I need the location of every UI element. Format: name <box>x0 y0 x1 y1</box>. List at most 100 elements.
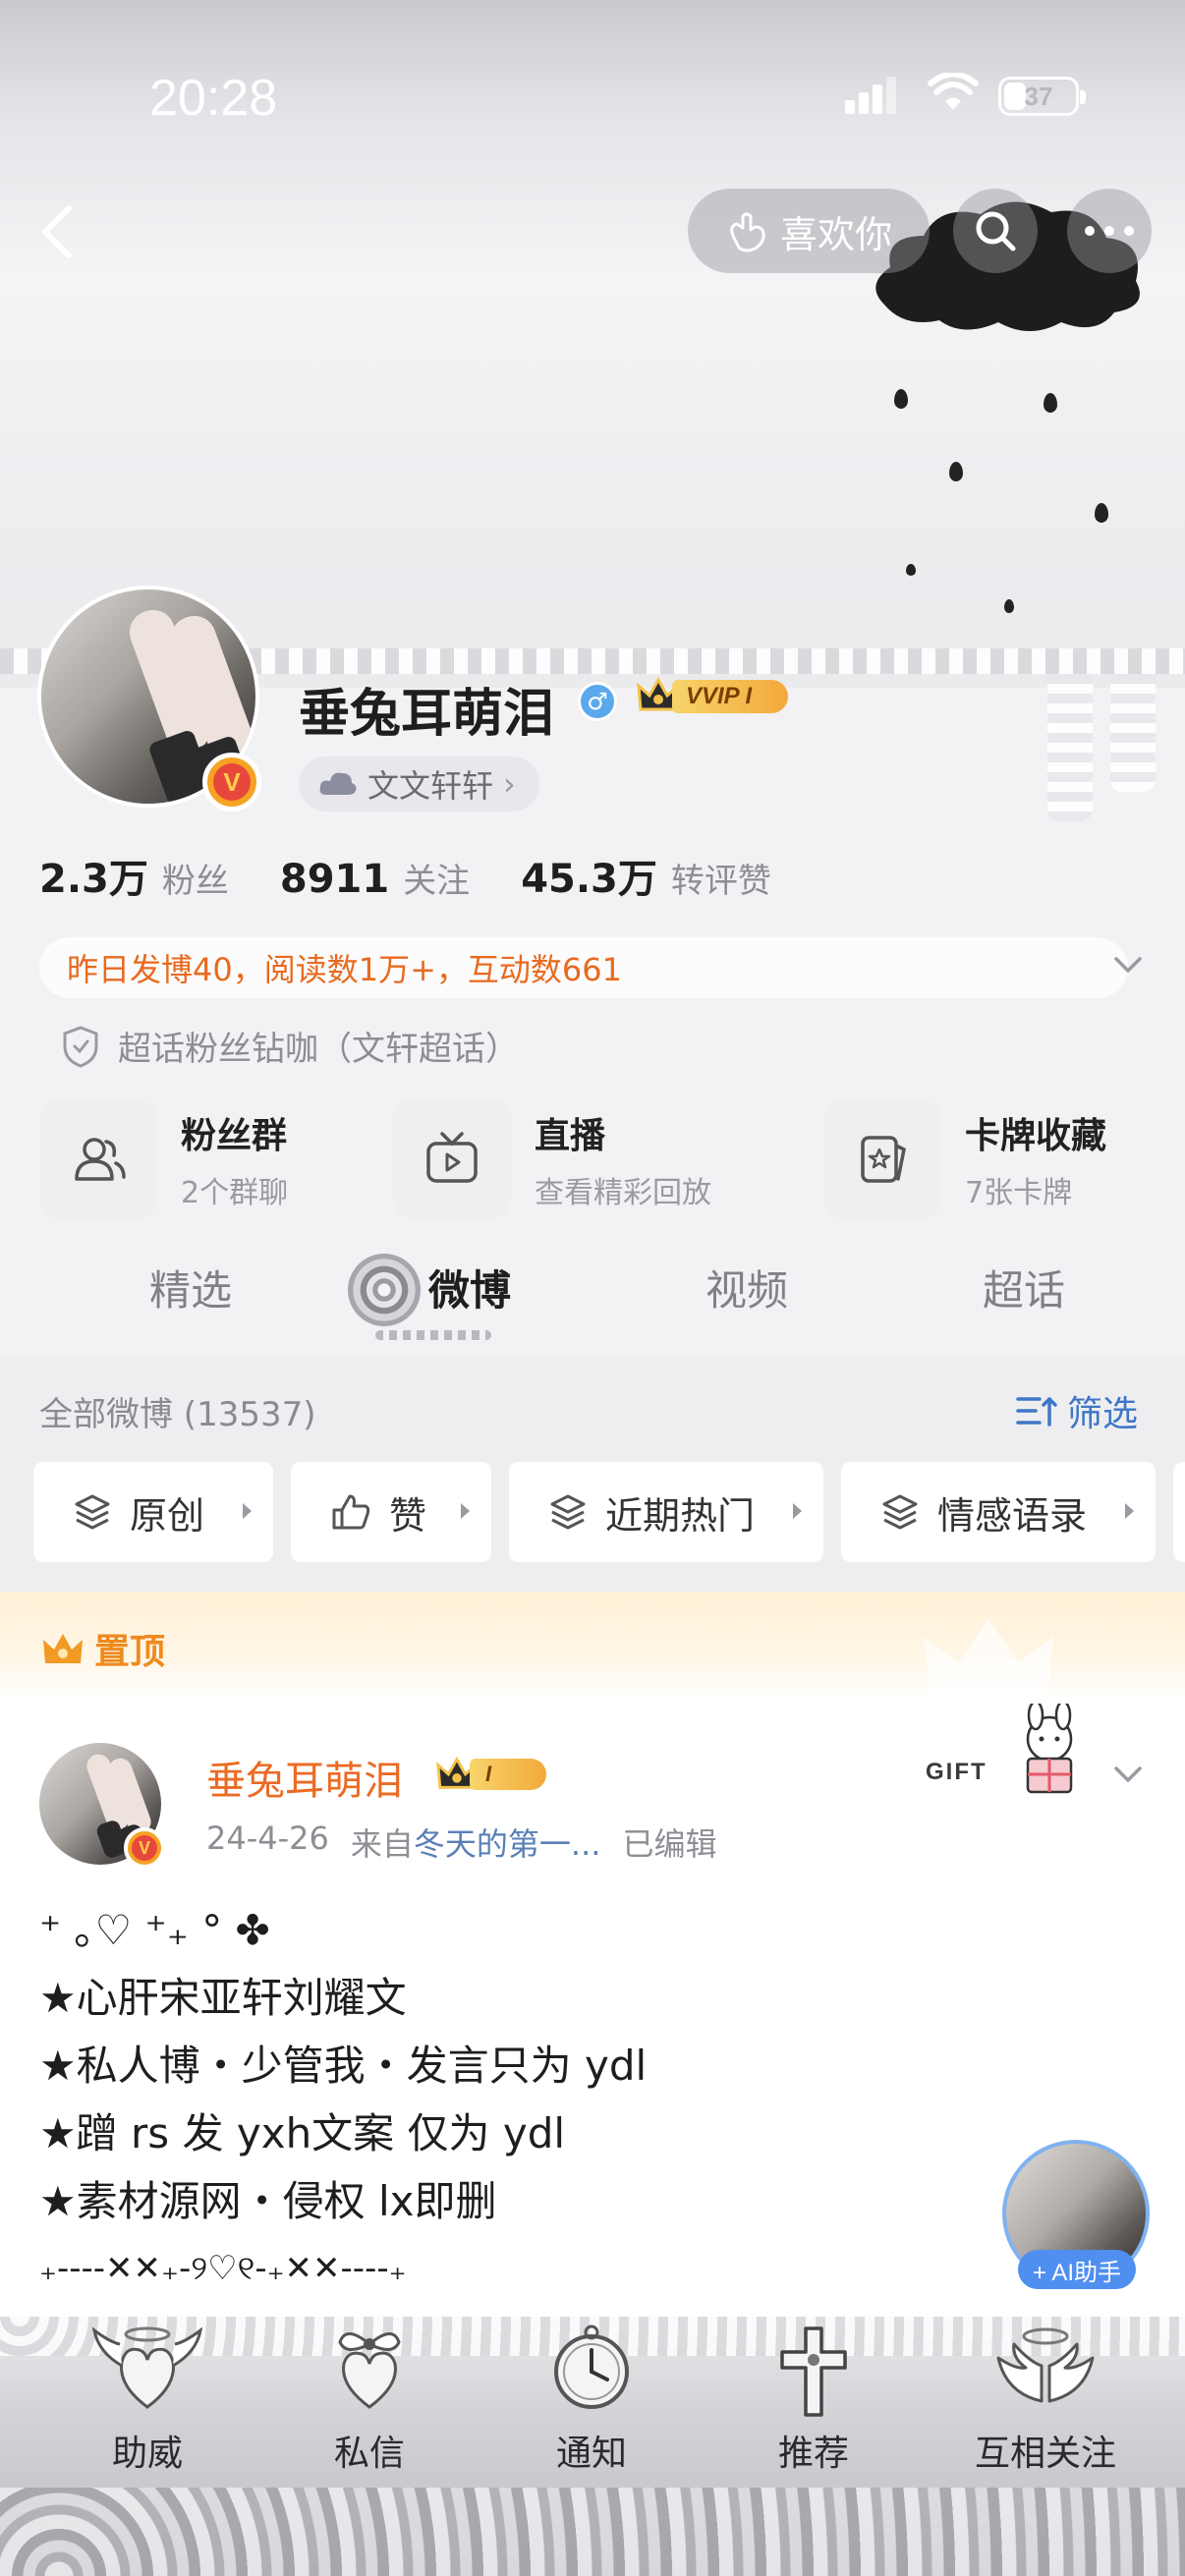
rain-drop <box>1044 393 1057 413</box>
search-icon <box>976 211 1016 252</box>
filter-label: 筛选 <box>1067 1394 1139 1434</box>
feature-card-collection[interactable]: 卡牌收藏 7张卡牌 <box>823 1098 1106 1220</box>
rain-drop <box>894 389 908 409</box>
stat-following[interactable]: 8911 关注 <box>280 854 470 902</box>
supertopic-text: 超话粉丝钻咖（文轩超话） <box>118 1030 519 1069</box>
chevron-right-icon: › <box>503 765 516 803</box>
post-source-prefix: 来自 <box>350 1825 414 1863</box>
chip-overflow[interactable] <box>1173 1462 1185 1562</box>
nav-mutual-follow[interactable]: 互相关注 <box>957 2323 1134 2476</box>
search-button[interactable] <box>953 189 1038 273</box>
post-line: ★蹭 rs 发 yxh文案 仅为 ydl <box>39 2109 566 2157</box>
feature-live[interactable]: 直播 查看精彩回放 <box>393 1098 711 1220</box>
signal-icon <box>845 77 898 114</box>
nav-label: 推荐 <box>777 2434 849 2474</box>
back-icon[interactable] <box>26 193 85 271</box>
winged-heart-icon <box>91 2326 203 2409</box>
feature-subtitle: 查看精彩回放 <box>535 1176 711 1210</box>
feature-fan-group[interactable]: 粉丝群 2个群聊 <box>39 1098 288 1220</box>
stat-value: 8911 <box>279 857 390 902</box>
post-date: 24-4-26 <box>206 1820 329 1857</box>
stat-value: 45.3万 <box>521 857 657 902</box>
verified-badge-icon: V <box>202 753 261 812</box>
post-vip-badge-label: I <box>470 1759 546 1790</box>
rose-decoration-icon <box>348 1254 421 1326</box>
caret-right-icon <box>1125 1503 1134 1519</box>
ai-helper-label[interactable]: + AI助手 <box>1018 2250 1136 2289</box>
chip-label: 近期热门 <box>605 1493 756 1538</box>
crown-icon <box>43 1634 83 1663</box>
more-dots-icon <box>1085 226 1134 236</box>
stat-interactions[interactable]: 45.3万 转评赞 <box>521 847 771 904</box>
layers-icon <box>75 1494 110 1530</box>
chip-original[interactable]: 原创 <box>33 1462 273 1562</box>
post-line: ★心肝宋亚轩刘耀文 <box>39 1974 407 2022</box>
vvip-badge[interactable]: VVIP I <box>637 674 794 719</box>
group-icon <box>39 1100 157 1218</box>
nav-cheer[interactable]: 助威 <box>69 2323 226 2476</box>
post-source[interactable]: 来自冬天的第一... <box>351 1820 601 1865</box>
activity-summary-text: 昨日发博40，阅读数1万+，互动数661 <box>67 951 622 988</box>
nav-notifications[interactable]: 通知 <box>513 2323 670 2476</box>
battery-level: 37 <box>1024 82 1053 111</box>
rain-drop <box>906 564 916 576</box>
nav-label: 助威 <box>111 2434 183 2474</box>
active-tab-indicator <box>375 1330 491 1340</box>
feature-title: 直播 <box>535 1116 606 1156</box>
tab-featured[interactable]: 精选 <box>149 1258 232 1317</box>
gift-sticker-text: GIFT <box>926 1759 988 1785</box>
chip-label: 情感语录 <box>937 1493 1088 1538</box>
card-star-icon <box>823 1100 941 1218</box>
post-vip-badge[interactable]: I <box>436 1755 552 1796</box>
activity-summary-bar[interactable]: 昨日发博40，阅读数1万+，互动数661 <box>39 937 1128 998</box>
rain-drop <box>1095 503 1108 523</box>
thumbs-up-icon <box>332 1494 370 1530</box>
post-line: ★私人博・少管我・发言只为 ydl <box>39 2042 648 2090</box>
post-author-name[interactable]: 垂兔耳萌泪 <box>206 1749 403 1806</box>
profile-stats: 2.3万 粉丝 8911 关注 45.3万 转评赞 <box>39 847 822 904</box>
verified-badge-icon: V <box>124 1827 165 1869</box>
tab-weibo[interactable]: 微博 <box>428 1258 511 1317</box>
status-time: 20:28 <box>149 70 278 127</box>
like-you-button[interactable]: 喜欢你 <box>688 189 930 273</box>
chip-recent-hot[interactable]: 近期热门 <box>509 1462 823 1562</box>
tab-video[interactable]: 视频 <box>705 1258 788 1317</box>
battery-icon: 37 <box>998 77 1086 116</box>
fan-club-pill[interactable]: 文文轩轩 › <box>299 756 539 812</box>
post-line: ⁺ ｡♡ ⁺₊ ° ✤ <box>39 1906 270 1954</box>
feature-row: 粉丝群 2个群聊 直播 查看精彩回放 卡牌收藏 7张卡牌 <box>39 1098 1159 1220</box>
status-bar: 20:28 37 <box>0 0 1185 187</box>
male-gender-icon: ♂ <box>578 682 617 721</box>
pinned-label: 置顶 <box>41 1623 165 1674</box>
supertopic-row[interactable]: 超话粉丝钻咖（文轩超话） <box>61 1022 519 1070</box>
stat-followers[interactable]: 2.3万 粉丝 <box>39 847 229 904</box>
nav-label: 互相关注 <box>974 2434 1116 2474</box>
post-meta: 24-4-26 来自冬天的第一... 已编辑 <box>206 1820 716 1865</box>
tab-supertopic[interactable]: 超话 <box>983 1258 1065 1317</box>
nav-recommend[interactable]: 推荐 <box>735 2323 892 2476</box>
layers-icon <box>882 1494 918 1530</box>
rain-drop <box>949 462 963 481</box>
filter-button[interactable]: 筛选 <box>1016 1385 1138 1436</box>
tv-icon <box>393 1100 511 1218</box>
cross-icon <box>780 2326 847 2417</box>
chevron-down-icon[interactable] <box>1108 1761 1148 1790</box>
nav-label: 通知 <box>555 2434 627 2474</box>
profile-tabs: 精选 微博 视频 超话 <box>0 1234 1185 1356</box>
nav-messages[interactable]: 私信 <box>291 2323 448 2476</box>
stat-label: 关注 <box>403 862 471 901</box>
caret-right-icon <box>793 1503 802 1519</box>
shield-icon <box>63 1025 98 1068</box>
gift-sticker: GIFT <box>920 1704 1106 1802</box>
chip-liked[interactable]: 赞 <box>291 1462 491 1562</box>
lace-ribbon-decoration <box>1047 674 1093 821</box>
caret-right-icon <box>461 1503 470 1519</box>
chevron-down-icon[interactable] <box>1108 951 1148 980</box>
feature-subtitle: 2个群聊 <box>181 1176 289 1210</box>
more-button[interactable] <box>1067 189 1152 273</box>
stat-label: 粉丝 <box>161 862 229 901</box>
chip-emotion-quotes[interactable]: 情感语录 <box>841 1462 1156 1562</box>
crown-watermark-decoration <box>924 1619 1053 1696</box>
chip-label: 赞 <box>389 1493 427 1538</box>
feature-title: 粉丝群 <box>181 1116 288 1156</box>
